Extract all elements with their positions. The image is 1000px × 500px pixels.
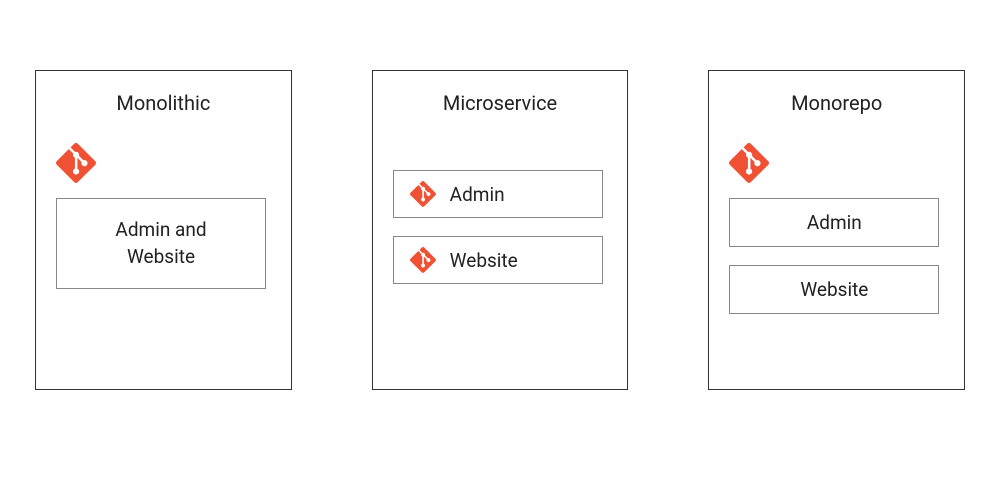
item-label: Website <box>450 249 518 272</box>
microservice-item-admin: Admin <box>393 170 603 218</box>
git-icon <box>729 143 769 183</box>
monorepo-item-website: Website <box>729 265 939 314</box>
panel-title: Microservice <box>393 91 608 115</box>
microservice-panel: Microservice Admin Website <box>372 70 629 390</box>
item-label: Admin <box>807 211 862 234</box>
monolithic-panel: Monolithic Admin and Website <box>35 70 292 390</box>
microservice-item-website: Website <box>393 236 603 284</box>
panel-title: Monolithic <box>56 91 271 115</box>
monolithic-content-box: Admin and Website <box>56 198 266 289</box>
panel-title: Monorepo <box>729 91 944 115</box>
monorepo-item-admin: Admin <box>729 198 939 247</box>
git-icon <box>56 143 96 183</box>
item-label: Admin <box>450 183 505 206</box>
git-icon <box>410 181 436 207</box>
architecture-diagram: Monolithic Admin and Website Microservic… <box>0 0 1000 390</box>
content-label: Admin and Website <box>115 218 206 268</box>
item-label: Website <box>800 278 868 301</box>
monorepo-panel: Monorepo Admin Website <box>708 70 965 390</box>
git-icon <box>410 247 436 273</box>
